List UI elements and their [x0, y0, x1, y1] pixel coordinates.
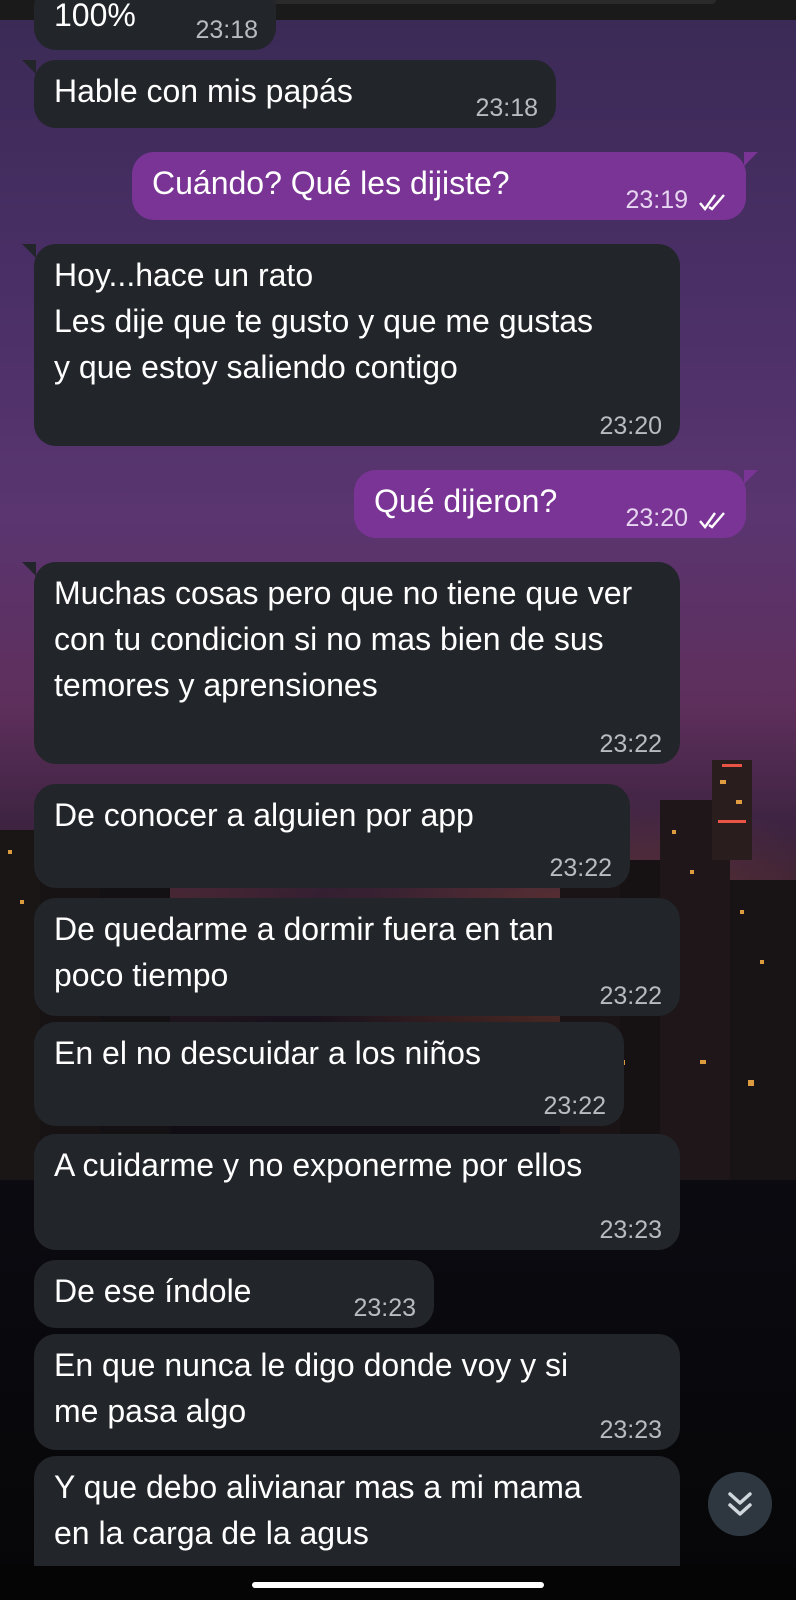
- message-bubble-incoming[interactable]: De conocer a alguien por app 23:22: [34, 784, 630, 888]
- message-text: Hoy...hace un rato Les dije que te gusto…: [54, 257, 594, 385]
- home-indicator[interactable]: [252, 1582, 544, 1588]
- message-timestamp: 23:23: [599, 1216, 662, 1244]
- double-check-icon: [699, 512, 725, 529]
- message-text: De conocer a alguien por app: [54, 797, 474, 833]
- message-timestamp: 23:18: [195, 16, 258, 44]
- message-bubble-outgoing[interactable]: Qué dijeron? 23:20: [354, 470, 758, 538]
- message-bubble-incoming[interactable]: A cuidarme y no exponerme por ellos 23:2…: [34, 1134, 680, 1250]
- message-bubble-incoming[interactable]: Muchas cosas pero que no tiene que ver c…: [22, 562, 680, 764]
- message-text: En el no descuidar a los niños: [54, 1035, 481, 1071]
- message-bubble-incoming[interactable]: De ese índole 23:23: [34, 1260, 434, 1328]
- message-timestamp: 23:23: [599, 1416, 662, 1444]
- message-text: Muchas cosas pero que no tiene que ver c…: [54, 575, 633, 703]
- message-bubble-incoming[interactable]: En el no descuidar a los niños 23:22: [34, 1022, 624, 1126]
- message-text: Hable con mis papás: [54, 73, 353, 109]
- message-text: Y que debo alivianar mas a mi mama en la…: [54, 1469, 582, 1551]
- message-bubble-incoming[interactable]: Hoy...hace un rato Les dije que te gusto…: [22, 244, 680, 446]
- message-bubble-incoming[interactable]: Hable con mis papás 23:18: [22, 60, 556, 128]
- chevron-double-down-icon: [728, 1492, 752, 1516]
- message-timestamp: 23:18: [475, 94, 538, 122]
- message-timestamp: 23:22: [543, 1092, 606, 1120]
- double-check-icon: [699, 194, 725, 211]
- message-text: De quedarme a dormir fuera en tan poco t…: [54, 911, 554, 993]
- scroll-to-bottom-button[interactable]: [708, 1472, 772, 1536]
- message-timestamp: 23:20: [625, 504, 688, 532]
- message-timestamp: 23:22: [599, 982, 662, 1010]
- message-timestamp: 23:22: [549, 854, 612, 882]
- message-timestamp: 23:20: [599, 412, 662, 440]
- message-bubble-incoming[interactable]: 100% 23:18: [34, 0, 276, 50]
- message-timestamp: 23:22: [599, 730, 662, 758]
- message-bubble-outgoing[interactable]: Cuándo? Qué les dijiste? 23:19: [132, 152, 758, 220]
- message-bubble-incoming[interactable]: En que nunca le digo donde voy y si me p…: [34, 1334, 680, 1450]
- message-bubble-incoming[interactable]: De quedarme a dormir fuera en tan poco t…: [34, 898, 680, 1016]
- message-text: En que nunca le digo donde voy y si me p…: [54, 1347, 569, 1429]
- message-timestamp: 23:19: [625, 186, 688, 214]
- message-text: A cuidarme y no exponerme por ellos: [54, 1147, 583, 1183]
- message-timestamp: 23:23: [353, 1294, 416, 1322]
